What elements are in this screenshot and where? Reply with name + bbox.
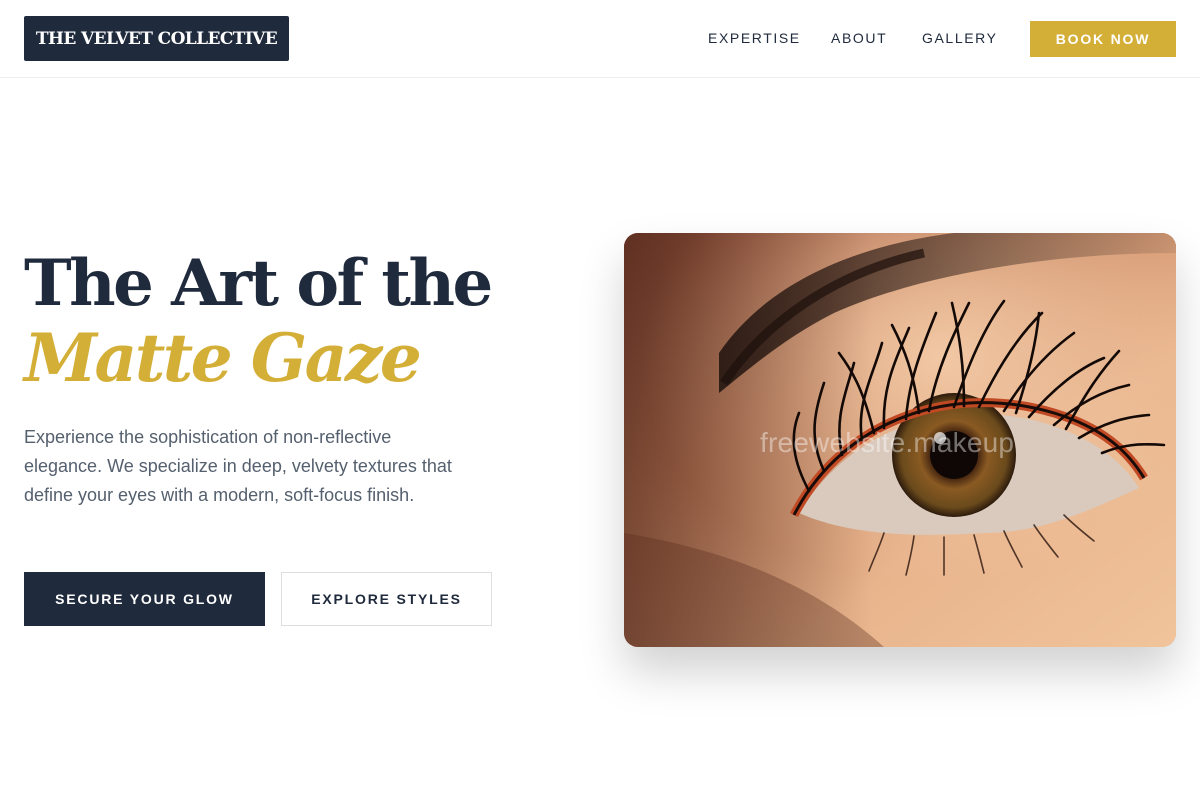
nav-item-expertise[interactable]: EXPERTISE xyxy=(708,30,801,46)
eye-closeup-illustration xyxy=(624,233,1176,647)
hero-eye-image: freewebsite.makeup xyxy=(624,233,1176,647)
site-header: THE VELVET COLLECTIVE EXPERTISE ABOUT GA… xyxy=(0,0,1200,78)
explore-styles-button[interactable]: EXPLORE STYLES xyxy=(281,572,492,626)
hero-description: Experience the sophistication of non-ref… xyxy=(24,427,452,505)
secure-your-glow-button[interactable]: SECURE YOUR GLOW xyxy=(24,572,265,626)
nav-item-about[interactable]: ABOUT xyxy=(831,30,887,46)
nav-item-gallery[interactable]: GALLERY xyxy=(922,30,998,46)
hero-title-line-1: The Art of the xyxy=(24,246,493,321)
brand-logo-text: THE VELVET COLLECTIVE xyxy=(35,28,278,49)
book-now-button[interactable]: BOOK NOW xyxy=(1030,21,1176,57)
hero-title: The Art of the Matte Gaze xyxy=(24,246,493,397)
brand-logo[interactable]: THE VELVET COLLECTIVE xyxy=(24,16,289,61)
hero-title-line-2: Matte Gaze xyxy=(24,319,422,397)
